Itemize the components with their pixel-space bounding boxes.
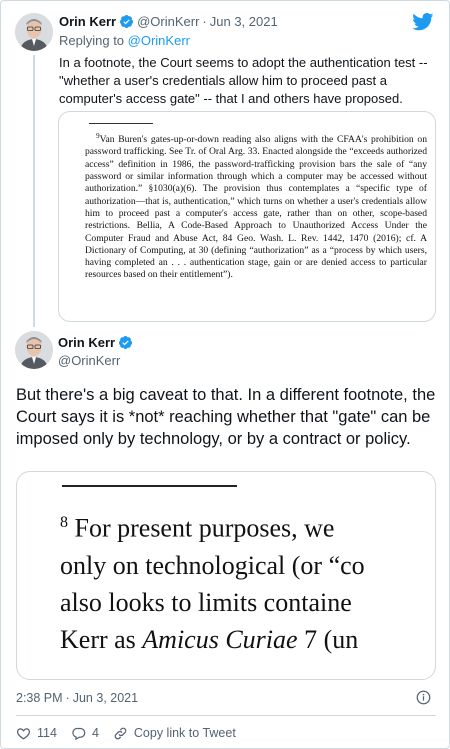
link-icon: [114, 727, 127, 739]
like-count: 114: [37, 726, 57, 740]
tweet-time: 2:38 PM: [16, 691, 63, 705]
tweet-text: In a footnote, the Court seems to adopt …: [59, 55, 428, 106]
footnote-line-4-post: 7 (un: [297, 624, 359, 654]
footnote-body: Van Buren's gates-up-or-down reading als…: [85, 134, 427, 281]
verified-badge-icon: [120, 14, 134, 29]
footnote-text: 9Van Buren's gates-up-or-down reading al…: [85, 130, 427, 282]
footnote-line-3: also looks to limits containe: [60, 587, 352, 617]
footnote-line-4-italic: Amicus Curiae: [142, 624, 298, 654]
tweet-text: But there's a big caveat to that. In a d…: [16, 386, 436, 448]
tweet-date[interactable]: Jun 3, 2021: [210, 14, 278, 29]
footnote-rule: [89, 123, 153, 124]
footnote-line-4-pre: Kerr as: [60, 624, 143, 654]
tweet-card: Orin Kerr @OrinKerr · Jun 3, 2021 Replyi…: [0, 0, 450, 749]
heart-icon: [16, 727, 31, 740]
replying-to: Replying to @OrinKerr: [59, 33, 190, 48]
info-icon[interactable]: [416, 690, 431, 705]
footnote-number: 8: [60, 514, 68, 531]
divider: [16, 715, 436, 716]
author-handle[interactable]: @OrinKerr: [58, 353, 120, 368]
footnote-text: 8 For present purposes, we only on techn…: [60, 504, 435, 658]
author-handle[interactable]: @OrinKerr: [137, 14, 199, 29]
reply-count: 4: [91, 726, 99, 740]
author-name-row: Orin Kerr: [58, 335, 136, 350]
separator-dot: ·: [65, 691, 70, 705]
tweet-header: Orin Kerr @OrinKerr · Jun 3, 2021: [59, 14, 278, 29]
tweet-image-footnote-8[interactable]: 8 For present purposes, we only on techn…: [16, 471, 436, 680]
author-name[interactable]: Orin Kerr: [59, 14, 116, 29]
copy-link-button[interactable]: Copy link to Tweet: [113, 726, 236, 741]
replying-handle-link[interactable]: @OrinKerr: [128, 33, 190, 48]
tweet-date: Jun 3, 2021: [72, 691, 139, 705]
separator-dot: ·: [202, 14, 207, 29]
thread-connector: [33, 55, 35, 327]
author-name[interactable]: Orin Kerr: [58, 335, 115, 350]
copy-link-label: Copy link to Tweet: [133, 726, 236, 740]
footnote-rule: [62, 485, 237, 487]
tweet-image-footnote-9[interactable]: 9Van Buren's gates-up-or-down reading al…: [58, 111, 436, 322]
reply-button[interactable]: 4: [71, 726, 99, 741]
footnote-line-1: For present purposes, we: [74, 513, 335, 543]
footnote-line-2: only on technological (or “co: [60, 550, 365, 580]
avatar[interactable]: [15, 13, 53, 51]
avatar[interactable]: [15, 331, 53, 369]
action-bar: 114 4 Copy link to Tweet: [16, 724, 250, 742]
verified-badge-icon: [119, 335, 133, 350]
tweet-timestamp[interactable]: 2:38 PM · Jun 3, 2021: [16, 691, 138, 705]
reply-bubble-icon: [72, 727, 86, 740]
like-button[interactable]: 114: [16, 726, 57, 741]
replying-prefix: Replying to: [59, 33, 128, 48]
twitter-bird-icon[interactable]: [412, 13, 434, 31]
